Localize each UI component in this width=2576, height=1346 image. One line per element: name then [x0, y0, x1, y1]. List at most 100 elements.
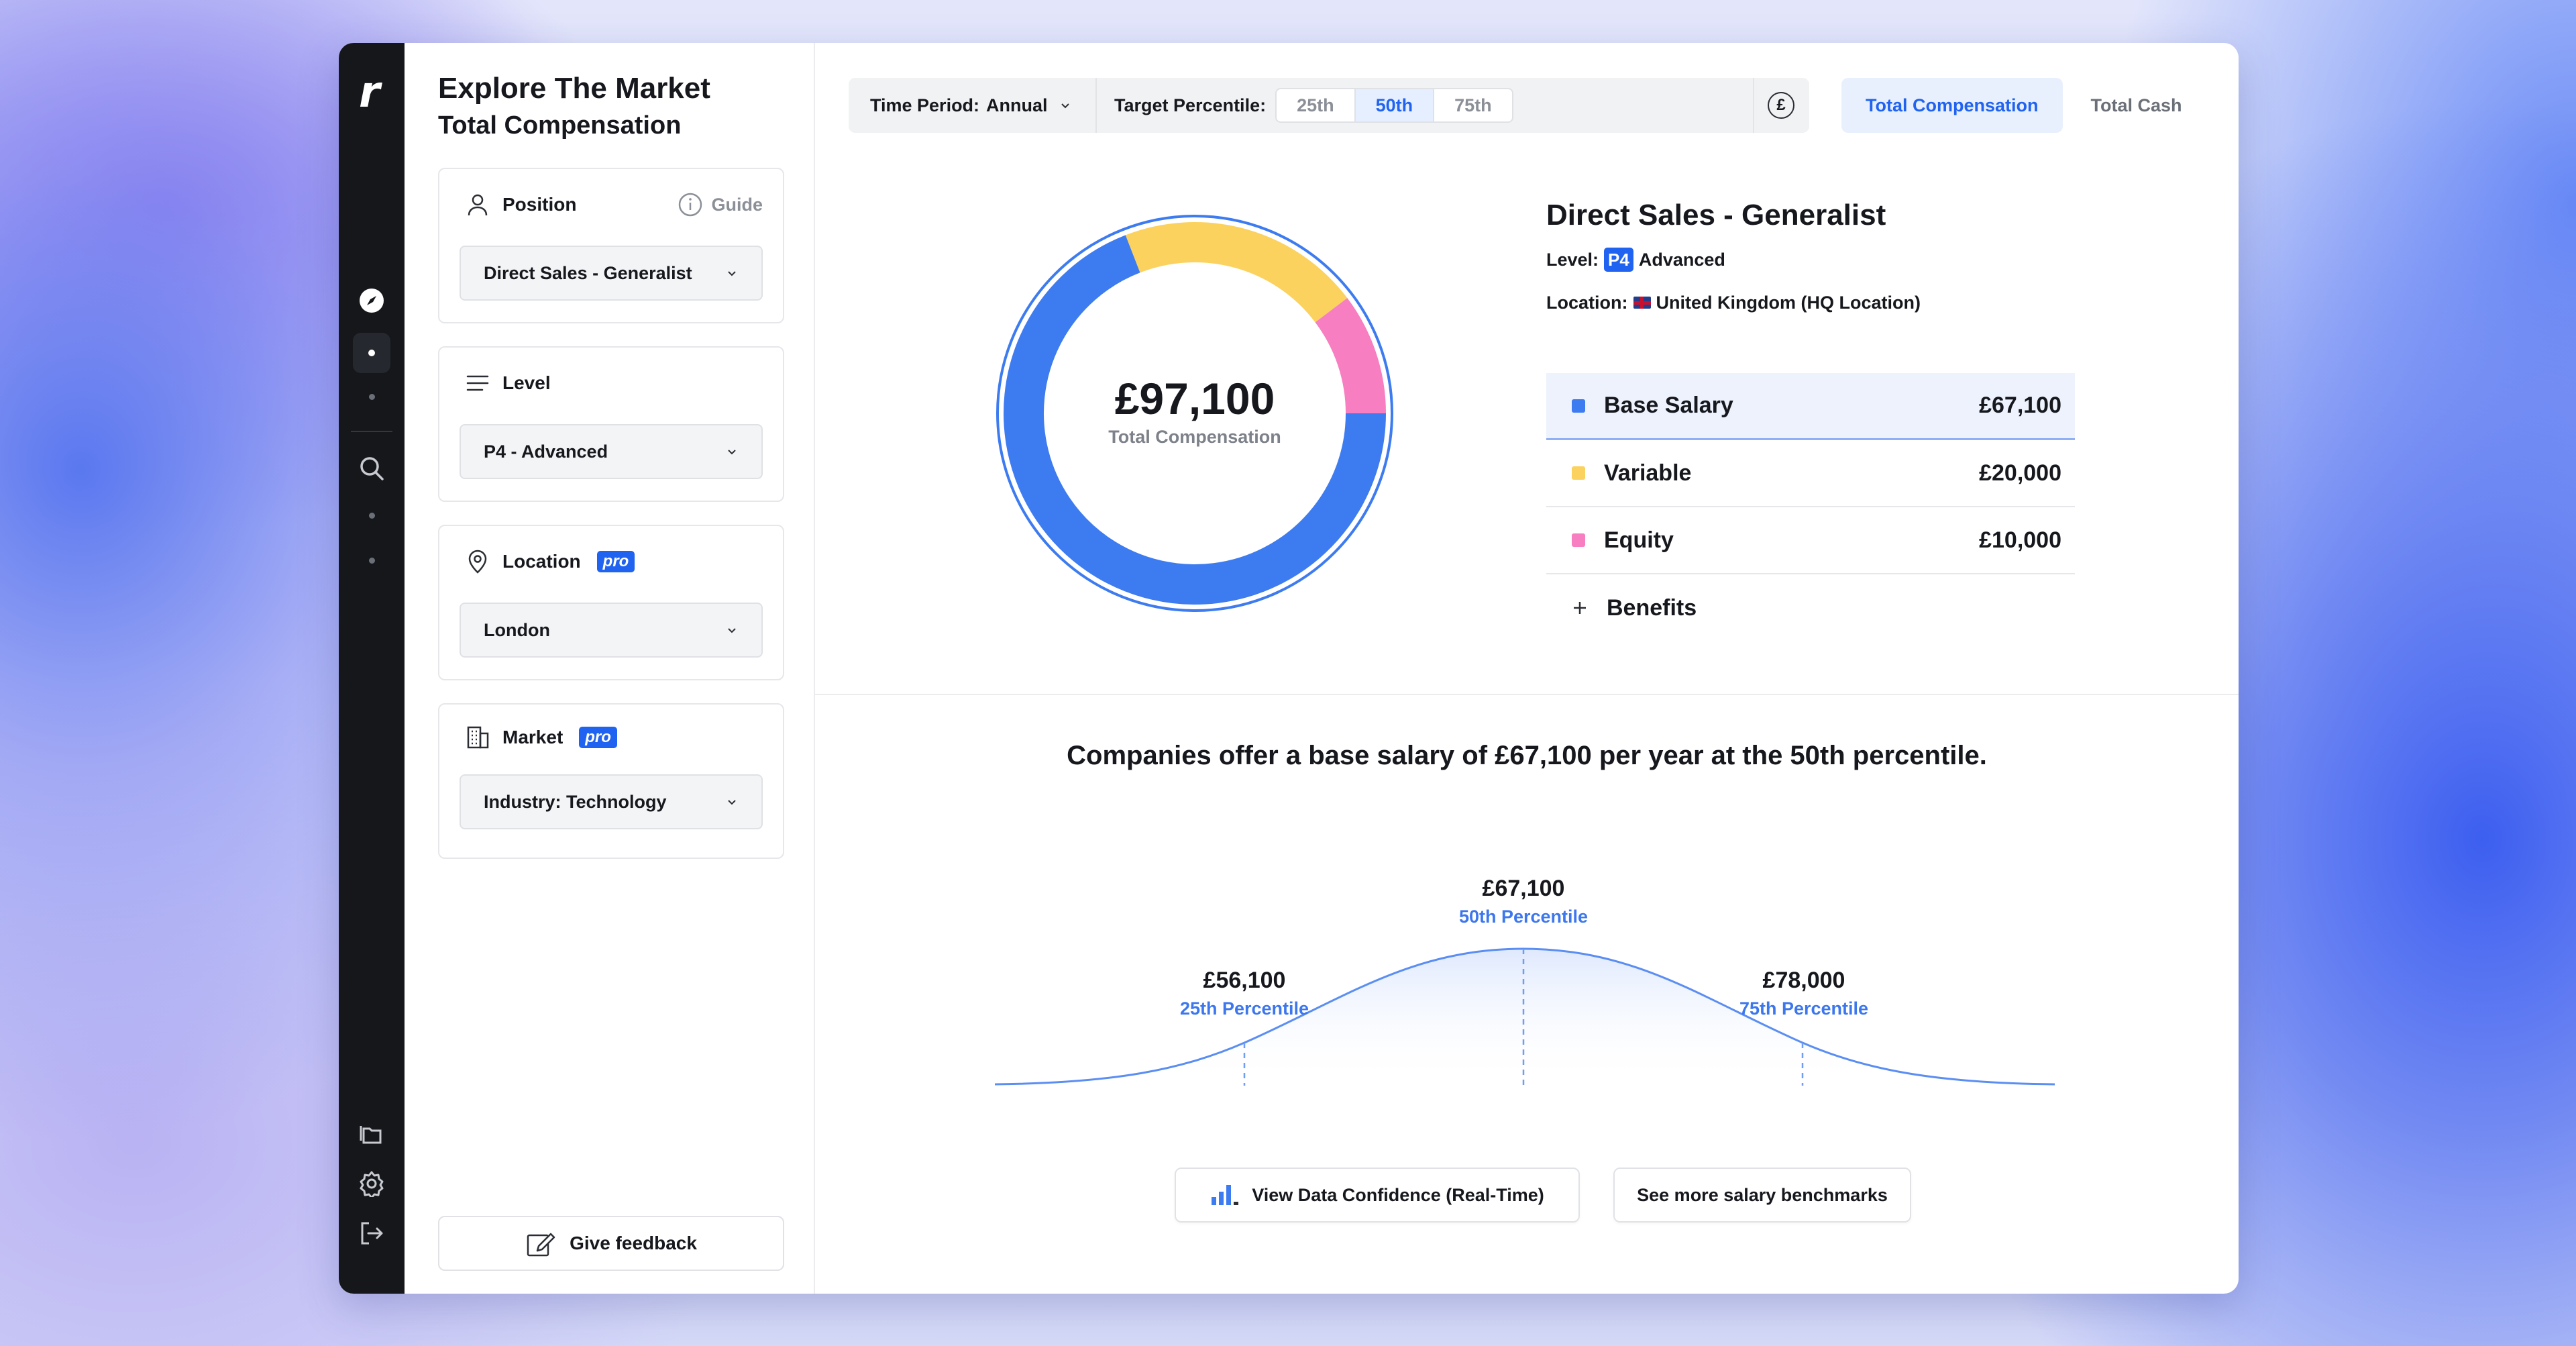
breakdown-row-benefits[interactable]: Benefits	[1546, 574, 2075, 641]
time-period-label: Time Period:	[870, 95, 980, 115]
nav-dot[interactable]	[369, 558, 375, 564]
chevron-down-icon	[1061, 103, 1069, 109]
donut-slice-variable[interactable]	[1125, 222, 1348, 323]
location-row: Location: United Kingdom (HQ Location)	[1546, 290, 1921, 315]
time-period-value: Annual	[986, 95, 1048, 115]
person-icon	[468, 194, 488, 216]
position-label: Position	[502, 194, 577, 215]
nav-dot[interactable]	[369, 513, 375, 519]
percentile-75th[interactable]: 75th	[1433, 89, 1512, 121]
breakdown-name: Variable	[1604, 460, 1692, 486]
toolbar-divider	[1753, 78, 1754, 133]
location-card: Location pro London	[438, 525, 784, 680]
distribution-headline: Companies offer a base salary of £67,100…	[1067, 741, 1987, 770]
location-row-value: United Kingdom (HQ Location)	[1656, 292, 1921, 313]
market-label: Market	[502, 727, 564, 747]
chevron-down-icon	[728, 800, 736, 805]
location-select[interactable]: London	[460, 603, 763, 658]
breakdown-row-base-salary[interactable]: Base Salary £67,100	[1546, 373, 2075, 440]
position-header: Position	[465, 192, 576, 217]
bar-chart-icon	[1212, 1185, 1239, 1205]
variable-swatch	[1572, 466, 1585, 480]
edit-icon	[527, 1233, 555, 1257]
total-compensation-amount: £97,100	[1114, 374, 1275, 423]
position-value: Direct Sales - Generalist	[484, 262, 692, 283]
benefits-label: Benefits	[1607, 594, 1697, 621]
breakdown-value: £20,000	[1979, 460, 2061, 486]
search-icon[interactable]	[358, 455, 385, 482]
level-value: P4 - Advanced	[484, 441, 608, 462]
pro-badge: pro	[596, 551, 635, 572]
toolbar-divider	[1095, 78, 1097, 133]
target-percentile-label: Target Percentile:	[1114, 95, 1267, 115]
level-badge: P4	[1604, 248, 1633, 272]
filter-toolbar: Time Period: Annual Target Percentile: 2…	[849, 78, 1809, 133]
market-select[interactable]: Industry: Technology	[460, 774, 763, 829]
feedback-label: Give feedback	[570, 1233, 697, 1253]
p75-percentile: 75th Percentile	[1739, 998, 1869, 1019]
breakdown-name: Equity	[1604, 527, 1674, 553]
settings-icon[interactable]	[358, 1170, 385, 1197]
pro-badge: pro	[579, 727, 617, 748]
level-row-value: Advanced	[1638, 249, 1725, 270]
view-data-confidence-label: View Data Confidence (Real-Time)	[1252, 1184, 1544, 1205]
breakdown-value: £10,000	[1979, 527, 2061, 553]
level-select[interactable]: P4 - Advanced	[460, 424, 763, 479]
list-icon	[466, 375, 489, 391]
uk-flag-icon	[1633, 297, 1651, 309]
time-period-dropdown[interactable]: Time Period: Annual	[870, 78, 1072, 133]
filter-sidebar: Explore The Market Total Compensation Po…	[405, 43, 815, 1294]
map-pin-icon	[468, 550, 487, 574]
p25-label: £56,100 25th Percentile	[1144, 966, 1345, 1022]
see-salary-benchmarks-button[interactable]: See more salary benchmarks	[1613, 1168, 1911, 1223]
level-row-label: Level:	[1546, 249, 1599, 270]
sidebar-header: Explore The Market Total Compensation	[438, 70, 710, 144]
breakdown-row-variable[interactable]: Variable £20,000	[1546, 440, 2075, 507]
app-window: r Explore The Market Total Compensation	[339, 43, 2239, 1294]
guide-label: Guide	[711, 194, 763, 215]
p75-value: £78,000	[1762, 968, 1845, 993]
folder-icon[interactable]	[358, 1121, 385, 1147]
nav-rail: r	[339, 43, 405, 1294]
currency-button[interactable]: £	[1768, 92, 1794, 119]
breakdown-name: Base Salary	[1604, 393, 1733, 418]
give-feedback-button[interactable]: Give feedback	[438, 1216, 784, 1271]
chevron-down-icon	[728, 628, 736, 633]
tab-total-cash[interactable]: Total Cash	[2067, 78, 2206, 133]
percentile-50th[interactable]: 50th	[1354, 89, 1434, 121]
app-logo[interactable]: r	[359, 71, 386, 114]
level-header: Level	[465, 370, 551, 396]
total-compensation-label: Total Compensation	[1108, 427, 1281, 447]
market-value: Industry: Technology	[484, 791, 667, 812]
percentile-segmented-control: 25th 50th 75th	[1275, 88, 1513, 123]
compensation-breakdown: Base Salary £67,100 Variable £20,000 Equ…	[1546, 373, 2075, 641]
percentile-25th[interactable]: 25th	[1277, 89, 1354, 121]
position-select[interactable]: Direct Sales - Generalist	[460, 246, 763, 301]
compass-icon[interactable]	[358, 287, 385, 314]
plus-icon	[1574, 602, 1586, 614]
p25-percentile: 25th Percentile	[1179, 998, 1309, 1019]
equity-swatch	[1572, 533, 1585, 547]
location-header: Location pro	[465, 549, 635, 574]
p50-label: £67,100 50th Percentile	[1423, 874, 1624, 930]
view-tabs: Total Compensation Total Cash	[1841, 78, 2206, 133]
logout-icon[interactable]	[358, 1220, 385, 1247]
view-data-confidence-button[interactable]: View Data Confidence (Real-Time)	[1175, 1168, 1580, 1223]
level-label: Level	[502, 372, 551, 393]
market-card: Market pro Industry: Technology	[438, 703, 784, 859]
role-summary: Direct Sales - Generalist Level: P4 Adva…	[1546, 197, 1921, 315]
main-panel: Time Period: Annual Target Percentile: 2…	[815, 43, 2239, 1294]
target-percentile: Target Percentile: 25th 50th 75th	[1114, 78, 1513, 133]
nav-item-active[interactable]	[353, 333, 390, 373]
location-value: London	[484, 619, 550, 640]
market-header: Market pro	[465, 725, 617, 750]
level-row: Level: P4 Advanced	[1546, 247, 1921, 272]
breakdown-value: £67,100	[1979, 393, 2061, 418]
page-title: Explore The Market	[438, 72, 710, 105]
nav-dot[interactable]	[369, 394, 375, 400]
position-card: Position Guide Direct Sales - Generalist	[438, 168, 784, 323]
tab-total-compensation[interactable]: Total Compensation	[1841, 78, 2063, 133]
p75-label: £78,000 75th Percentile	[1703, 966, 1904, 1022]
breakdown-row-equity[interactable]: Equity £10,000	[1546, 507, 2075, 574]
guide-link[interactable]: Guide	[678, 192, 763, 217]
